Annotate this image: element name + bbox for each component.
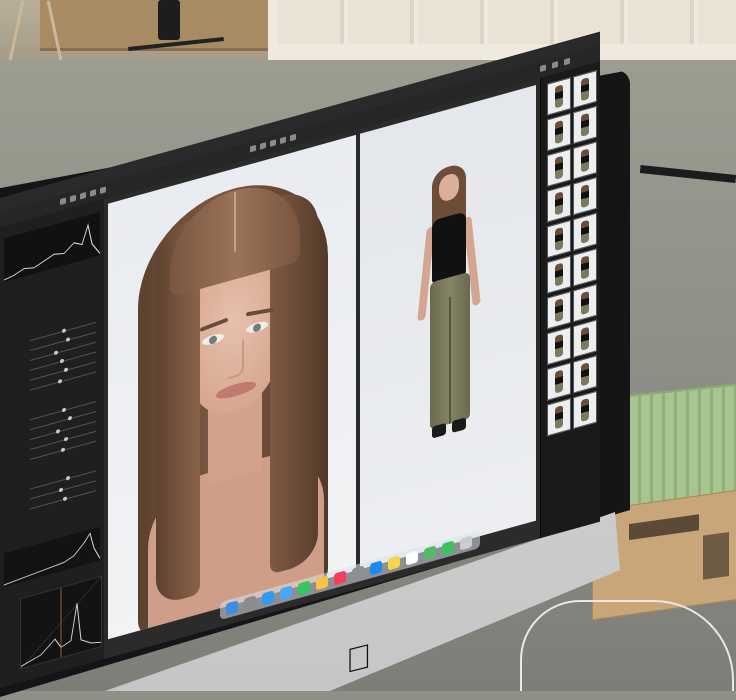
finder-icon[interactable] [226, 600, 238, 616]
toolbar-tool-icon[interactable] [260, 142, 266, 150]
filmstrip-thumbnail[interactable] [547, 326, 571, 366]
filmstrip-thumbnail[interactable] [547, 362, 571, 401]
appstore-icon[interactable] [370, 560, 382, 576]
toolbar-tool-icon[interactable] [552, 61, 558, 69]
filmstrip-thumbnail[interactable] [547, 112, 571, 152]
full-body-photo[interactable] [360, 84, 536, 570]
toolbar-tool-icon[interactable] [290, 133, 296, 142]
toolbar-tool-icon[interactable] [270, 139, 276, 147]
safari-icon[interactable] [262, 590, 274, 606]
calendar-icon[interactable] [406, 550, 418, 566]
toolbar-tool-icon[interactable] [70, 194, 76, 203]
settings-icon[interactable] [352, 565, 364, 581]
filmstrip [540, 61, 600, 539]
filmstrip-thumbnail[interactable] [547, 255, 571, 294]
toolbar-tool-icon[interactable] [80, 191, 86, 200]
filmstrip-thumbnail[interactable] [547, 398, 571, 437]
toolbar-tool-icon[interactable] [564, 57, 570, 66]
waveform-graph [3, 526, 101, 587]
trash-icon[interactable] [460, 535, 472, 551]
filmstrip-thumbnail[interactable] [547, 148, 571, 187]
apple-logo-icon:  [346, 637, 372, 682]
notes-icon[interactable] [388, 555, 400, 571]
filmstrip-thumbnail[interactable] [573, 212, 597, 251]
mail-icon[interactable] [280, 585, 292, 601]
filmstrip-thumbnail[interactable] [573, 390, 597, 430]
toolbar-tool-icon[interactable] [100, 186, 106, 195]
filmstrip-thumbnail[interactable] [573, 319, 597, 358]
adjustments-panel [0, 198, 105, 689]
facetime-icon[interactable] [442, 540, 454, 556]
filmstrip-thumbnail[interactable] [573, 105, 597, 145]
photos-icon[interactable] [316, 575, 328, 591]
filmstrip-thumbnail[interactable] [547, 184, 571, 223]
filmstrip-thumbnail[interactable] [573, 70, 597, 109]
filmstrip-thumbnail[interactable] [573, 283, 597, 323]
music-icon[interactable] [334, 570, 346, 586]
toolbar-tool-icon[interactable] [280, 136, 286, 145]
filmstrip-thumbnail[interactable] [573, 176, 597, 216]
filmstrip-thumbnail[interactable] [547, 291, 571, 330]
filmstrip-thumbnail[interactable] [547, 219, 571, 259]
filmstrip-thumbnail[interactable] [573, 141, 597, 180]
maps-icon[interactable] [424, 545, 436, 561]
tone-curve[interactable] [20, 575, 102, 670]
histogram [3, 211, 101, 283]
portrait-photo[interactable] [108, 134, 356, 640]
toolbar-tool-icon[interactable] [90, 189, 96, 197]
filmstrip-thumbnail[interactable] [547, 77, 571, 116]
toolbar-tool-icon[interactable] [60, 197, 66, 206]
filmstrip-thumbnail[interactable] [573, 355, 597, 394]
launchpad-icon[interactable] [244, 595, 256, 611]
filmstrip-thumbnail[interactable] [573, 248, 597, 287]
messages-icon[interactable] [298, 580, 310, 596]
toolbar-tool-icon[interactable] [540, 64, 546, 73]
toolbar-tool-icon[interactable] [250, 144, 256, 153]
